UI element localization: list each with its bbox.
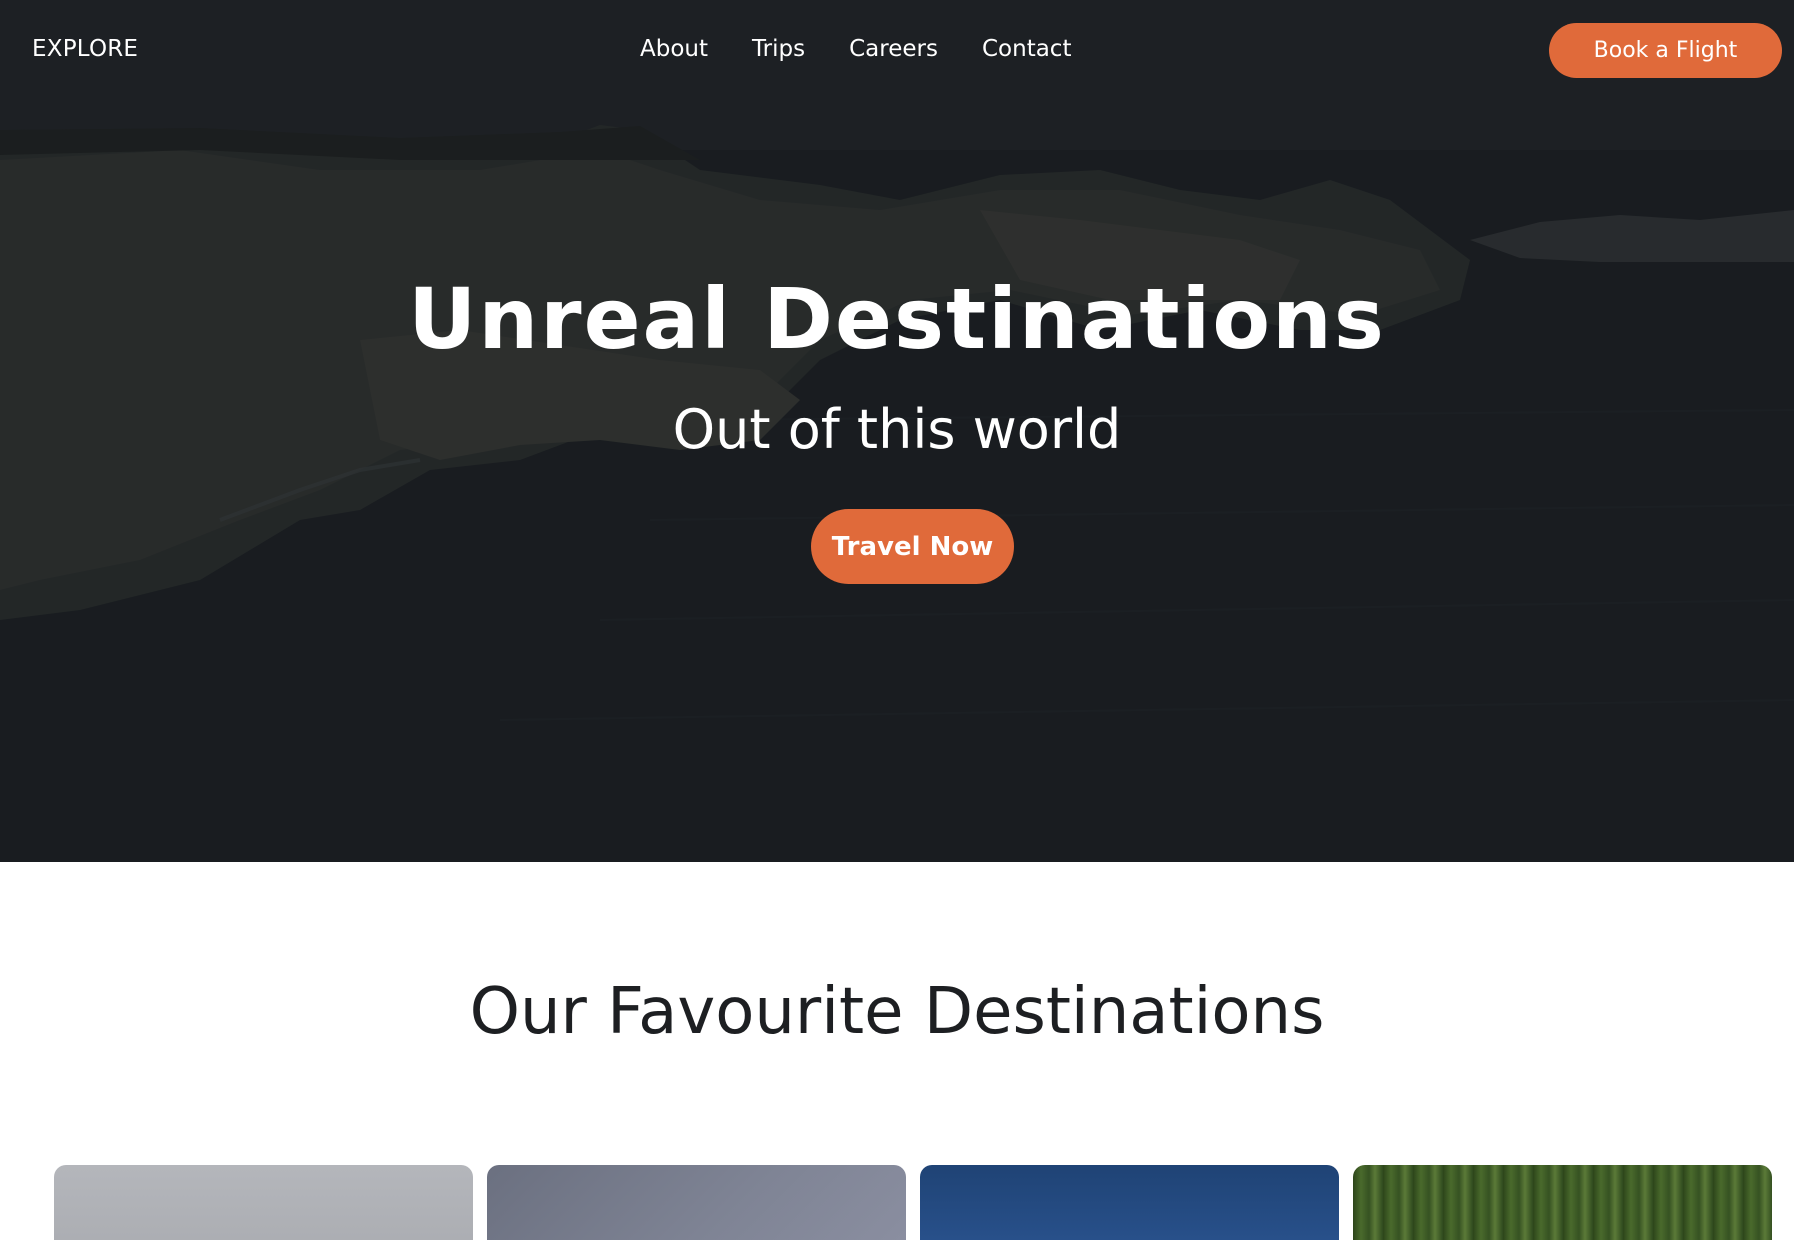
destination-card[interactable] <box>487 1165 906 1240</box>
destinations-section-title: Our Favourite Destinations <box>469 975 1325 1049</box>
destination-card[interactable] <box>1353 1165 1772 1240</box>
hero-section: EXPLORE About Trips Careers Contact Book… <box>0 0 1794 862</box>
nav-link-contact[interactable]: Contact <box>982 36 1071 62</box>
hero-title: Unreal Destinations <box>408 270 1386 368</box>
book-flight-button[interactable]: Book a Flight <box>1549 23 1782 78</box>
nav-links: About Trips Careers Contact <box>640 36 1071 62</box>
destination-cards <box>54 1165 1772 1240</box>
site-logo[interactable]: EXPLORE <box>32 36 138 62</box>
nav-link-about[interactable]: About <box>640 36 708 62</box>
top-navbar: EXPLORE About Trips Careers Contact Book… <box>0 0 1794 100</box>
destination-card[interactable] <box>920 1165 1339 1240</box>
destination-card[interactable] <box>54 1165 473 1240</box>
nav-link-careers[interactable]: Careers <box>849 36 938 62</box>
travel-now-button[interactable]: Travel Now <box>811 509 1014 584</box>
hero-subtitle: Out of this world <box>672 398 1122 461</box>
nav-link-trips[interactable]: Trips <box>752 36 805 62</box>
